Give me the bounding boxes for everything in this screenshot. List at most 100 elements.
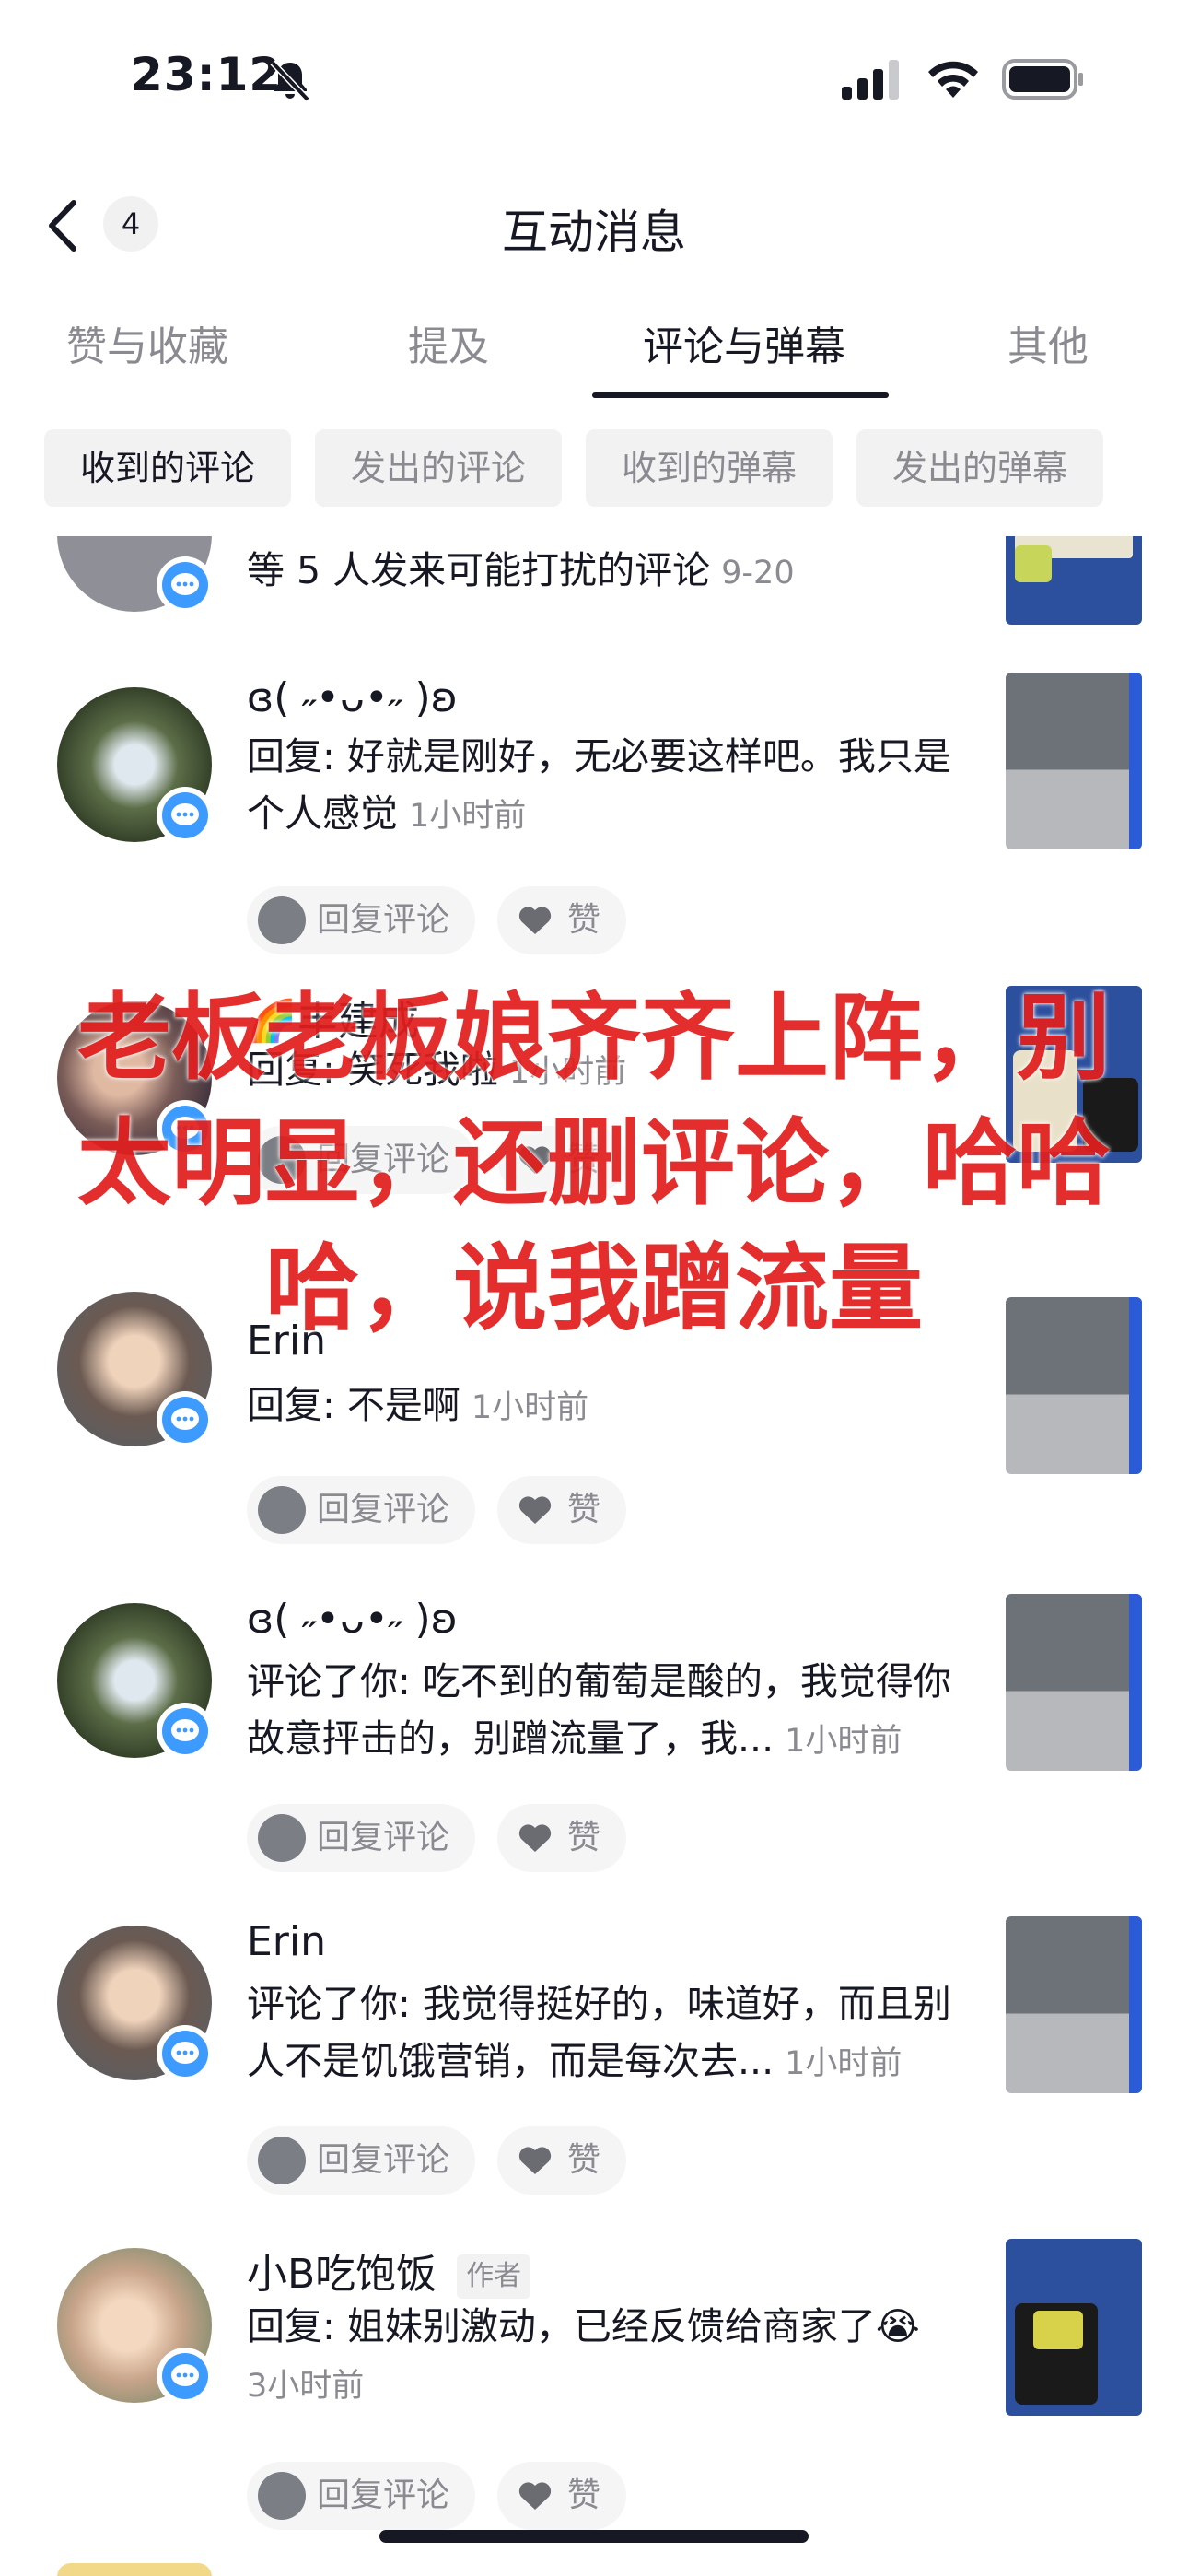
reply-label: 回复评论 [317,1491,450,1528]
username[interactable]: Erin [247,1918,326,1965]
username[interactable]: ɞ( ˶•ᴗ•˶ )ʚ [247,674,458,721]
reply-label: 回复评论 [317,2141,450,2179]
thumbnail-detail [1129,1594,1142,1771]
my-avatar [258,2472,306,2520]
reply-label: 回复评论 [317,2476,450,2514]
comment-text[interactable]: 回复: 不是啊 1小时前 [247,1376,984,1436]
status-time: 23:12 [131,48,283,101]
like-label: 赞 [567,1819,601,1856]
list-item[interactable]: 小B吃饱饭 作者 回复: 姐妹别激动，已经反馈给商家了😭 3小时前 回复评论 赞 [0,2239,1188,2572]
reply-label: 回复评论 [317,1819,450,1856]
comment-badge [157,2025,214,2082]
like-button[interactable]: 赞 [497,886,626,954]
battery-icon [1002,59,1083,100]
comment-text: 等 5 人发来可能打扰的评论 9-20 [247,542,947,602]
thumbnail-detail [1129,1916,1142,2093]
list-item[interactable] [0,2563,1188,2576]
heart-icon [518,2482,552,2510]
video-thumbnail[interactable] [1006,2239,1142,2416]
comment-body: 回复: 不是啊 [247,1383,460,1427]
like-label: 赞 [567,2141,601,2179]
subtab-received-danmaku[interactable]: 收到的弹幕 [586,429,833,507]
comment-text[interactable]: 评论了你: 我觉得挺好的，味道好，而且别人不是饥饿营销，而是每次去... 1小时前 [247,1975,984,2092]
page-title: 互动消息 [502,205,686,259]
overlay-caption: 老板老板娘齐齐上阵，别太明显，还删评论，哈哈哈，说我蹭流量 [77,984,1111,1344]
timestamp: 1小时前 [471,1389,589,1426]
comment-badge [157,1391,214,1448]
reply-comment-button[interactable]: 回复评论 [247,886,475,954]
reply-comment-button[interactable]: 回复评论 [247,2462,475,2530]
reply-comment-button[interactable]: 回复评论 [247,1804,475,1872]
comment-text[interactable]: 回复: 姐妹别激动，已经反馈给商家了😭 3小时前 [247,2298,984,2415]
heart-icon [518,2147,552,2174]
thumbnail-detail [1033,2311,1083,2349]
tab-comments-and-danmaku[interactable]: 评论与弹幕 [643,313,845,372]
like-button[interactable]: 赞 [497,2126,626,2195]
comment-text[interactable]: 回复: 好就是刚好，无必要这样吧。我只是个人感觉 1小时前 [247,728,984,845]
avatar[interactable] [57,2563,212,2576]
timestamp: 1小时前 [785,2045,903,2082]
subtab-bar: 收到的评论 发出的评论 收到的弹幕 发出的弹幕 [0,429,1188,509]
comment-badge [157,1703,214,1760]
comment-badge [157,556,214,614]
bell-muted-icon [270,60,310,102]
comment-body: 回复: 姐妹别激动，已经反馈给商家了😭 [247,2304,920,2348]
like-button[interactable]: 赞 [497,1476,626,1544]
list-item[interactable]: ɞ( ˶•ᴗ•˶ )ʚ 评论了你: 吃不到的葡萄是酸的，我觉得你故意抨击的，别蹭… [0,1594,1188,1918]
chat-bubble-icon [171,803,199,825]
comment-text[interactable]: 评论了你: 吃不到的葡萄是酸的，我觉得你故意抨击的，别蹭流量了，我... 1小时前 [247,1653,984,1770]
tab-likes-and-favorites[interactable]: 赞与收藏 [66,313,228,372]
like-label: 赞 [567,1491,601,1528]
timestamp: 1小时前 [409,798,527,835]
my-avatar [258,1814,306,1862]
timestamp: 1小时前 [785,1723,903,1760]
video-thumbnail[interactable] [1006,536,1142,625]
like-button[interactable]: 赞 [497,2462,626,2530]
wifi-icon [928,61,978,98]
reply-comment-button[interactable]: 回复评论 [247,2126,475,2195]
chat-bubble-icon [171,1408,199,1430]
subtab-sent-comments[interactable]: 发出的评论 [315,429,562,507]
heart-icon [518,907,552,934]
heart-icon [518,1496,552,1524]
like-button[interactable]: 赞 [497,1804,626,1872]
reply-comment-button[interactable]: 回复评论 [247,1476,475,1544]
comment-badge [157,2348,214,2405]
chat-bubble-icon [171,1719,199,1741]
tab-bar: 赞与收藏 提及 评论与弹幕 其他 [0,304,1188,405]
like-label: 赞 [567,2476,601,2514]
like-label: 赞 [567,901,601,939]
timestamp: 9-20 [721,555,795,591]
tab-mentions[interactable]: 提及 [408,313,489,372]
group-summary-text: 等 5 人发来可能打扰的评论 [247,548,711,592]
list-item[interactable]: Erin 评论了你: 我觉得挺好的，味道好，而且别人不是饥饿营销，而是每次去..… [0,1916,1188,2241]
list-item[interactable]: 等 5 人发来可能打扰的评论 9-20 [0,536,1188,647]
tab-other[interactable]: 其他 [1007,313,1089,372]
username[interactable]: 小B吃饱饭 作者 [247,2241,531,2300]
thumbnail-detail [1129,673,1142,849]
list-item[interactable]: ɞ( ˶•ᴗ•˶ )ʚ 回复: 好就是刚好，无必要这样吧。我只是个人感觉 1小时前… [0,673,1188,954]
thumbnail-detail [1015,545,1052,582]
comment-body: 回复: 好就是刚好，无必要这样吧。我只是个人感觉 [247,734,951,836]
author-badge: 作者 [457,2254,531,2299]
home-indicator[interactable] [379,2530,809,2543]
my-avatar [258,2137,306,2184]
video-thumbnail[interactable] [1006,1594,1142,1771]
navigation-bar: 4 互动消息 [0,175,1188,276]
active-tab-indicator [592,392,889,398]
my-avatar [258,896,306,944]
comment-list: 等 5 人发来可能打扰的评论 9-20 ɞ( ˶•ᴗ•˶ )ʚ 回复: 好就是刚好… [0,536,1188,2576]
heart-icon [518,1824,552,1852]
status-bar: 23:12 [0,0,1188,157]
chat-bubble-icon [171,2042,199,2064]
video-thumbnail[interactable] [1006,673,1142,849]
username-text: 小B吃饱饭 [247,2251,437,2298]
subtab-sent-danmaku[interactable]: 发出的弹幕 [856,429,1103,507]
cellular-signal-icon [842,60,899,100]
timestamp: 3小时前 [247,2368,365,2405]
chat-bubble-icon [171,2364,199,2386]
subtab-received-comments[interactable]: 收到的评论 [44,429,291,507]
video-thumbnail[interactable] [1006,1916,1142,2093]
username[interactable]: ɞ( ˶•ᴗ•˶ )ʚ [247,1596,458,1643]
my-avatar [258,1486,306,1534]
